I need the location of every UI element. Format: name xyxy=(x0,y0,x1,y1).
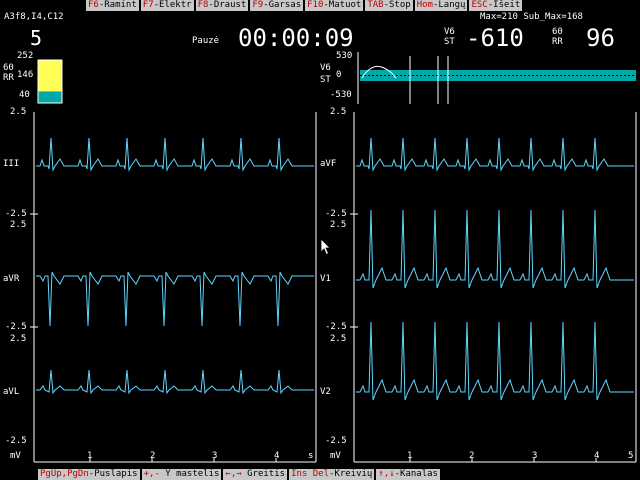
left-scale-label-1: 2.5 xyxy=(10,107,27,117)
left-lead-label-iii: III xyxy=(3,159,20,169)
left-scale-label-5: 2.5 xyxy=(10,334,27,344)
left-scale-label-3: 2.5 xyxy=(10,220,27,230)
left-x-tick-4: 4 xyxy=(274,451,280,461)
trace-avl xyxy=(36,369,314,395)
left-x-unit-s: s xyxy=(308,451,314,461)
trace-iii xyxy=(36,137,314,172)
right-scale-label-6: -2.5 xyxy=(325,436,347,446)
left-x-unit: mV xyxy=(10,451,21,461)
left-scale-label-6: -2.5 xyxy=(5,436,27,446)
left-x-tick-2: 2 xyxy=(150,451,156,461)
trace-avf xyxy=(356,137,634,172)
left-x-tick-1: 1 xyxy=(87,451,93,461)
page-key-button[interactable]: PgUp,PgDn-Puslapis xyxy=(38,469,140,480)
y-scale-key-button[interactable]: +,- Y mastelis xyxy=(141,469,222,480)
trace-avr xyxy=(36,271,314,327)
right-x-unit: mV xyxy=(330,451,341,461)
mouse-cursor-icon xyxy=(320,238,332,260)
speed-key-button[interactable]: ←,→ Greitis xyxy=(223,469,288,480)
right-x-tick-5: 5 xyxy=(628,451,634,461)
left-lead-label-avr: aVR xyxy=(3,274,20,284)
rr-gauge-teal-fill xyxy=(38,91,62,103)
right-x-tick-2: 2 xyxy=(469,451,475,461)
channel-key-button[interactable]: ↑,↓-Kanalas xyxy=(376,469,440,480)
right-x-tick-3: 3 xyxy=(532,451,538,461)
right-scale-label-5: 2.5 xyxy=(330,334,347,344)
right-lead-label-v2: V2 xyxy=(320,387,331,397)
ecg-traces xyxy=(36,137,634,401)
rr-gauge xyxy=(37,59,63,104)
right-scale-label-3: 2.5 xyxy=(330,220,347,230)
right-scale-label-1: 2.5 xyxy=(330,107,347,117)
left-lead-label-avl: aVL xyxy=(3,387,20,397)
right-scale-label-4: -2.5 xyxy=(325,322,347,332)
right-x-tick-4: 4 xyxy=(594,451,600,461)
trace-v1 xyxy=(356,209,634,289)
rr-gauge-yellow-fill xyxy=(38,60,62,92)
left-scale-label-2: -2.5 xyxy=(5,209,27,219)
st-trend-panel xyxy=(357,52,636,104)
right-lead-label-v1: V1 xyxy=(320,274,331,284)
right-x-tick-1: 1 xyxy=(407,451,413,461)
bottom-function-bar: PgUp,PgDn-Puslapis +,- Y mastelis ←,→ Gr… xyxy=(0,469,640,480)
curves-key-button[interactable]: Ins Del-Kreivių xyxy=(289,469,375,480)
left-x-tick-3: 3 xyxy=(212,451,218,461)
trace-v2 xyxy=(356,321,634,401)
right-lead-label-avf: aVF xyxy=(320,159,337,169)
left-scale-label-4: -2.5 xyxy=(5,322,27,332)
right-scale-label-2: -2.5 xyxy=(325,209,347,219)
